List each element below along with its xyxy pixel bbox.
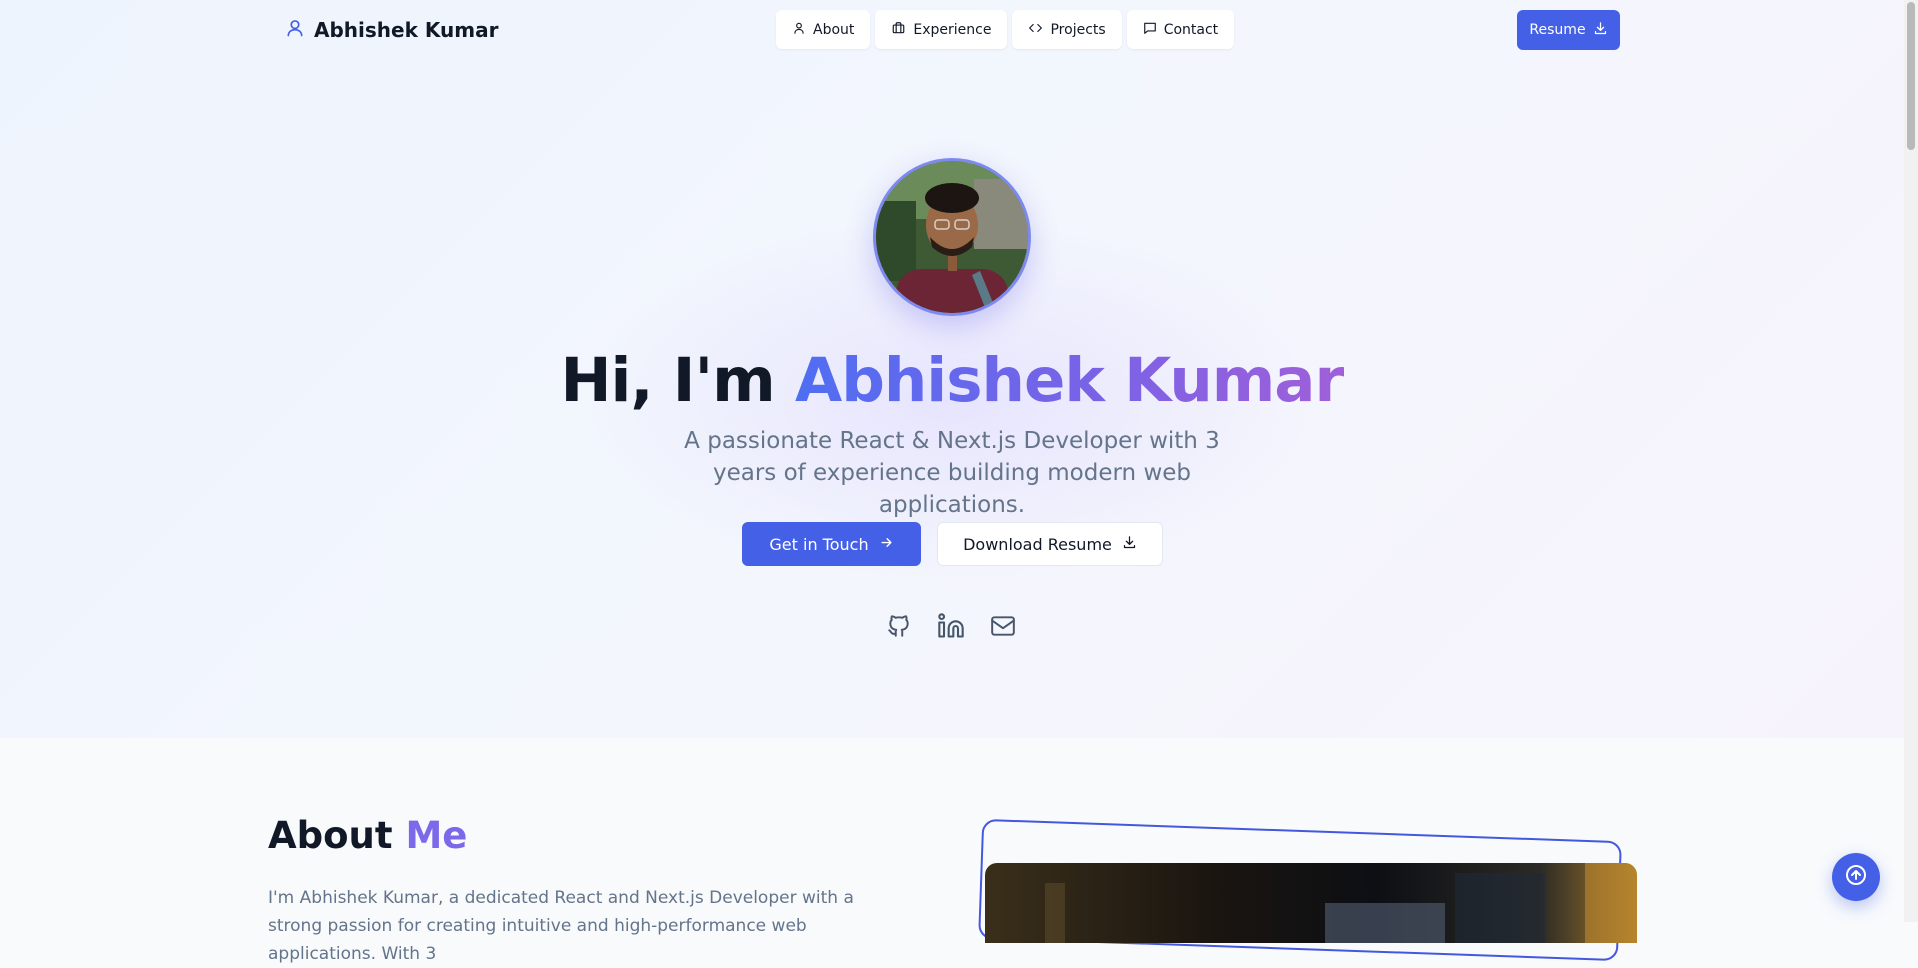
scrollbar-thumb[interactable] — [1907, 2, 1915, 150]
about-title-accent: Me — [405, 814, 468, 857]
user-icon — [792, 21, 806, 39]
nav-projects-label: Projects — [1050, 21, 1106, 38]
resume-button-label: Resume — [1529, 22, 1586, 38]
about-photo — [985, 863, 1637, 943]
github-link[interactable] — [885, 612, 913, 644]
scroll-to-top-button[interactable] — [1832, 853, 1880, 901]
linkedin-icon — [937, 612, 965, 644]
social-links — [885, 612, 1017, 644]
nav-projects[interactable]: Projects — [1012, 10, 1122, 49]
nav-about-label: About — [813, 21, 855, 38]
briefcase-icon — [891, 21, 906, 39]
message-icon — [1143, 21, 1157, 39]
email-link[interactable] — [989, 612, 1017, 644]
user-icon — [285, 17, 305, 43]
about-text: I'm Abhishek Kumar, a dedicated React an… — [268, 888, 854, 964]
resume-button[interactable]: Resume — [1517, 10, 1620, 50]
navbar: Abhishek Kumar About Experience Projects… — [0, 0, 1904, 62]
about-title-main: About — [268, 814, 393, 857]
nav-about[interactable]: About — [776, 10, 871, 49]
about-title: About Me — [268, 814, 467, 857]
nav-contact[interactable]: Contact — [1126, 10, 1235, 49]
download-resume-button[interactable]: Download Resume — [937, 522, 1163, 566]
download-resume-label: Download Resume — [963, 534, 1112, 554]
download-icon — [1122, 535, 1137, 554]
nav-contact-label: Contact — [1163, 21, 1219, 38]
nav-links: About Experience Projects Contact — [776, 10, 1235, 49]
code-icon — [1028, 21, 1043, 39]
arrow-up-circle-icon — [1844, 863, 1868, 891]
mail-icon — [989, 613, 1017, 643]
get-in-touch-button[interactable]: Get in Touch — [742, 522, 921, 566]
get-in-touch-label: Get in Touch — [769, 534, 869, 554]
download-icon — [1593, 21, 1608, 40]
hero-headline: Hi, I'm Abhishek Kumar — [0, 343, 1904, 419]
linkedin-link[interactable] — [937, 612, 965, 644]
hero-subtitle: A passionate React & Next.js Developer w… — [684, 428, 1220, 518]
brand[interactable]: Abhishek Kumar — [285, 17, 498, 43]
arrow-right-icon — [879, 535, 894, 554]
hero-greeting: Hi, I'm — [560, 345, 775, 416]
brand-name: Abhishek Kumar — [314, 18, 499, 42]
github-icon — [886, 612, 912, 644]
nav-experience[interactable]: Experience — [875, 10, 1008, 49]
nav-experience-label: Experience — [913, 21, 992, 38]
profile-photo — [873, 158, 1031, 316]
hero-name: Abhishek Kumar — [795, 345, 1345, 416]
scrollbar[interactable] — [1904, 0, 1918, 922]
